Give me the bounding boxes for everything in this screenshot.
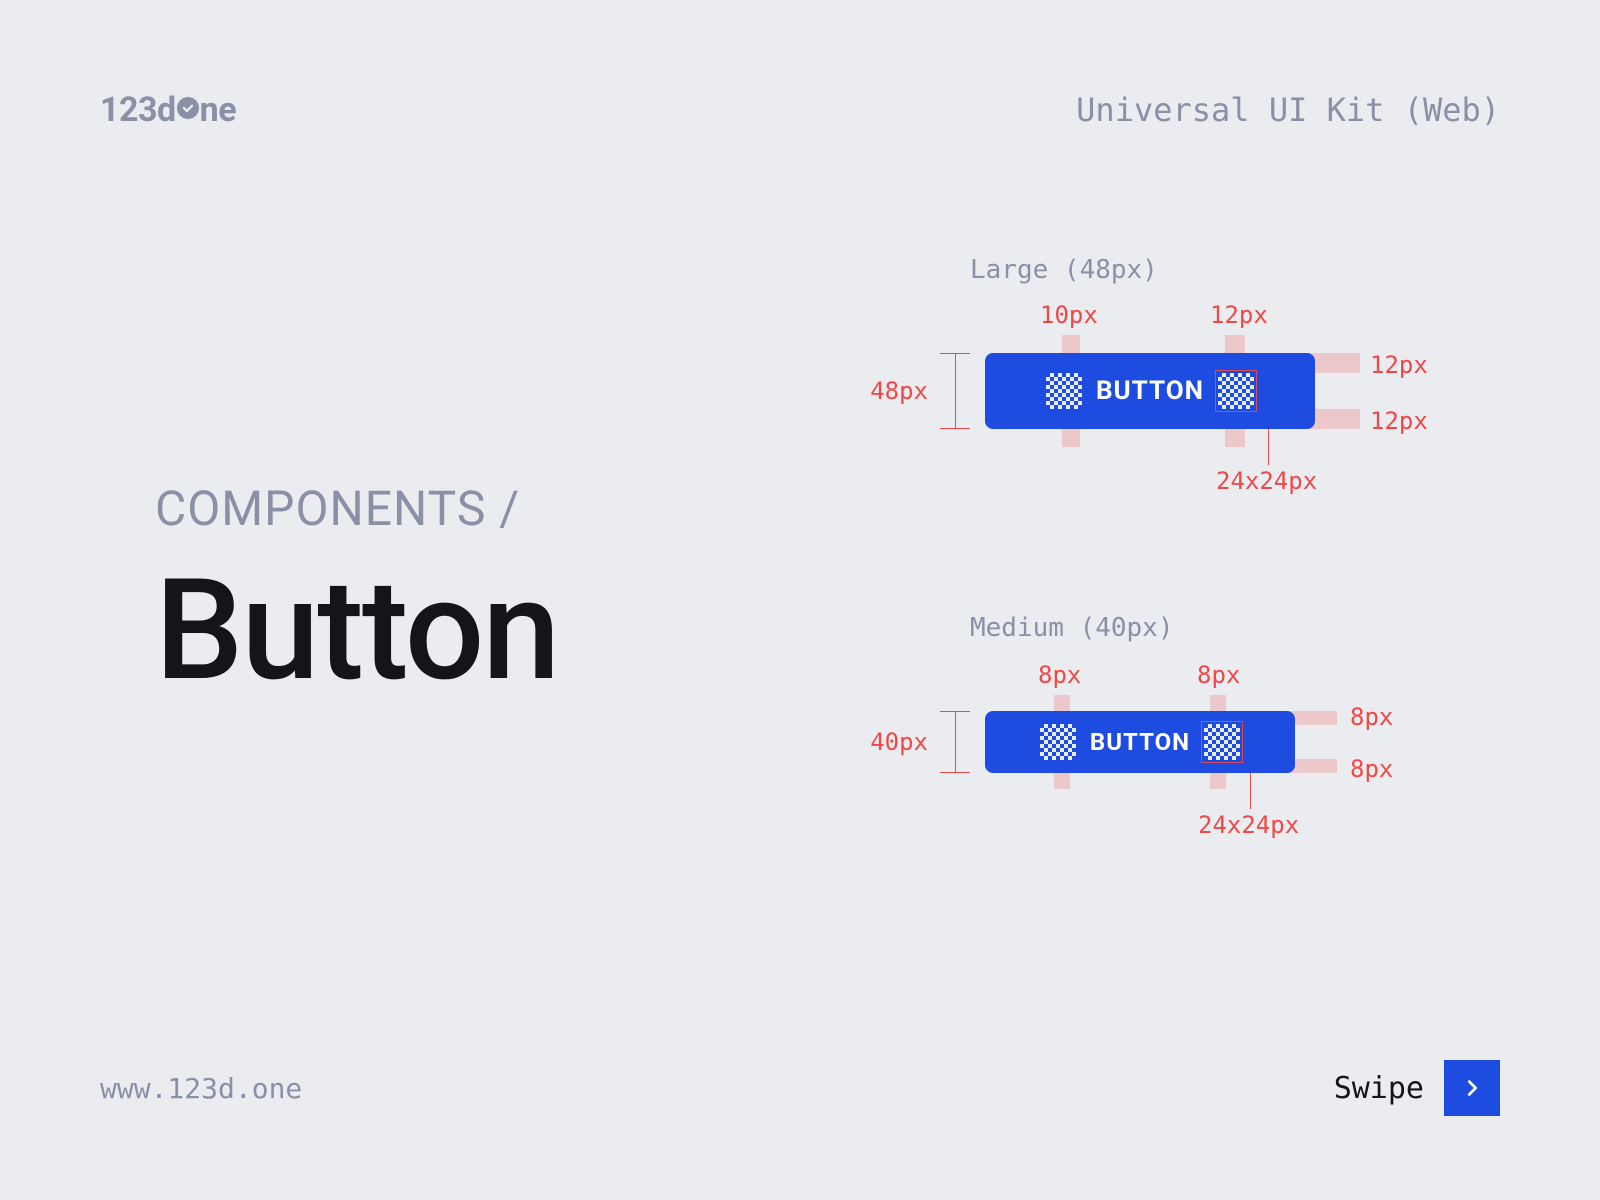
button-medium[interactable]: BUTTON	[985, 711, 1295, 773]
bracket-icon	[940, 711, 970, 773]
check-icon	[177, 97, 199, 119]
leader-line	[1268, 429, 1269, 465]
dim-pad-top: 12px	[1370, 351, 1428, 379]
swipe-control: Swipe	[1334, 1060, 1500, 1116]
button-specs: Large (48px) 48px BUTTON 10px 12px 12px …	[870, 255, 1490, 971]
height-value: 40px	[870, 728, 928, 756]
page-title: Button	[155, 549, 558, 713]
swipe-label: Swipe	[1334, 1071, 1424, 1106]
dim-gap-left: 10px	[1040, 301, 1098, 329]
placeholder-icon	[1204, 724, 1240, 760]
bracket-icon	[940, 353, 970, 429]
brand-logo: 123d ne	[100, 90, 236, 130]
breadcrumb: COMPONENTS /	[155, 480, 558, 537]
dim-gap-right: 12px	[1210, 301, 1268, 329]
button-label: BUTTON	[1090, 728, 1190, 756]
kit-name: Universal UI Kit (Web)	[1076, 91, 1500, 129]
site-url: www.123d.one	[100, 1072, 302, 1105]
spec-large-frame: 48px BUTTON 10px 12px 12px 12px 24x24px	[870, 303, 1490, 483]
header: 123d ne Universal UI Kit (Web)	[100, 90, 1500, 130]
dim-pad-bottom: 12px	[1370, 407, 1428, 435]
chevron-right-icon	[1461, 1077, 1483, 1099]
leader-line	[1250, 773, 1251, 809]
dim-icon-size: 24x24px	[1216, 467, 1317, 495]
dim-gap-right: 8px	[1197, 661, 1240, 689]
dim-gap-left: 8px	[1038, 661, 1081, 689]
swipe-next-button[interactable]	[1444, 1060, 1500, 1116]
spec-medium-label: Medium (40px)	[970, 613, 1490, 643]
dim-pad-bottom: 8px	[1350, 755, 1393, 783]
height-value: 48px	[870, 377, 928, 405]
spec-large: Large (48px) 48px BUTTON 10px 12px 12px …	[870, 255, 1490, 483]
height-bracket: 48px	[870, 353, 970, 429]
dim-pad-top: 8px	[1350, 703, 1393, 731]
spec-medium: Medium (40px) 40px BUTTON 8px 8px 8px 8p…	[870, 613, 1490, 841]
dim-icon-size: 24x24px	[1198, 811, 1299, 839]
title-block: COMPONENTS / Button	[155, 480, 558, 713]
button-large[interactable]: BUTTON	[985, 353, 1315, 429]
button-label: BUTTON	[1096, 376, 1204, 406]
placeholder-icon	[1218, 373, 1254, 409]
placeholder-icon	[1040, 724, 1076, 760]
logo-text-suffix: ne	[200, 90, 236, 130]
logo-text-prefix: 123d	[100, 90, 176, 130]
placeholder-icon	[1046, 373, 1082, 409]
footer: www.123d.one Swipe	[100, 1060, 1500, 1116]
spec-large-label: Large (48px)	[970, 255, 1490, 285]
spec-medium-frame: 40px BUTTON 8px 8px 8px 8px 24x24px	[870, 661, 1490, 841]
height-bracket: 40px	[870, 711, 970, 773]
